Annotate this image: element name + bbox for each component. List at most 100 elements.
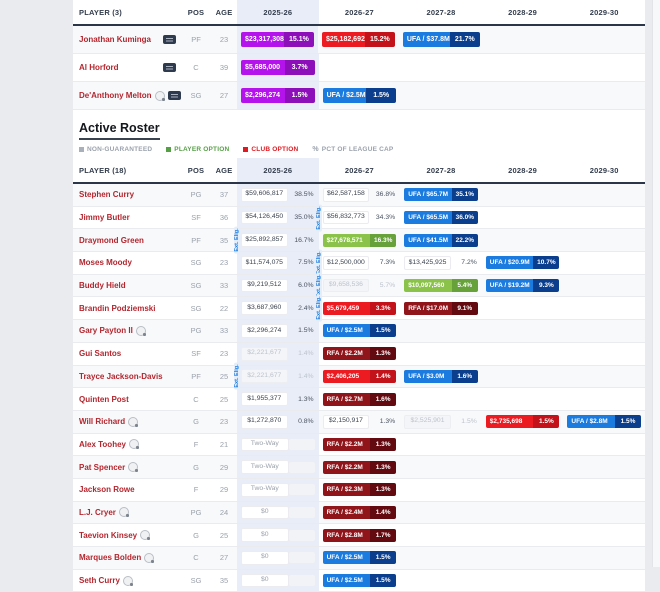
player-cell: Seth Curry — [73, 570, 181, 592]
column-header-year: 2026-27 — [319, 0, 401, 24]
chip-pct: 1.5% — [533, 415, 559, 428]
player-link[interactable]: Trayce Jackson-Davis — [79, 372, 163, 381]
pos-value: SG — [181, 258, 211, 267]
rfa-chip: RFA / $2.8M1.7% — [323, 529, 397, 542]
player-link[interactable]: Buddy Hield — [79, 281, 126, 290]
rfa-chip: RFA / $2.2M1.3% — [323, 347, 397, 360]
salary-cell — [563, 207, 645, 229]
player-cell: Gary Payton II — [73, 320, 181, 342]
chip-pct: 9.1% — [452, 302, 478, 315]
salary-cell — [563, 54, 645, 81]
player-link[interactable]: De'Anthony Melton — [79, 91, 152, 100]
player-cell: Jonathan Kuminga — [73, 26, 181, 53]
pos-value: PF — [181, 236, 211, 245]
pos-value: G — [181, 463, 211, 472]
salary-cell — [563, 388, 645, 410]
contract-badge-icon — [163, 35, 176, 44]
salary-cell: $27,678,57116.3% — [319, 229, 401, 251]
player-cell: Alex Toohey — [73, 434, 181, 456]
salary-cell — [400, 502, 482, 524]
player-link[interactable]: Taevion Kinsey — [79, 531, 137, 540]
age-value: 27 — [211, 91, 237, 100]
ufa-chip: UFA / $2.5M1.5% — [323, 551, 397, 564]
age-value: 25 — [211, 395, 237, 404]
table-row: Will RichardG23$1,272,8700.8%$2,150,9171… — [73, 411, 645, 434]
salary-cell: $1,272,8700.8% — [237, 411, 319, 433]
pct-of-cap: 1.3% — [369, 418, 396, 425]
contract-badge-icon — [168, 91, 181, 100]
salary-value: $62,587,158 — [323, 188, 370, 202]
ext-elig-tag: Ext. Elig. — [234, 363, 240, 390]
chip-value: UFA / $65.7M — [404, 188, 452, 201]
table-row: Gui SantosSF23$2,221,6771.4%RFA / $2.2M1… — [73, 343, 645, 366]
player-link[interactable]: Stephen Curry — [79, 190, 134, 199]
table-row: Buddy HieldSG33$9,219,5126.0%Ext. Elig.$… — [73, 275, 645, 298]
chip-pct: 1.4% — [370, 370, 396, 383]
chip-pct: 1.4% — [370, 506, 396, 519]
age-value: 22 — [211, 304, 237, 313]
table-row: Marques BoldenC27$0UFA / $2.5M1.5% — [73, 547, 645, 570]
salary-value: $12,500,000 — [323, 256, 370, 270]
player-cell: Buddy Hield — [73, 275, 181, 297]
salary-cell — [400, 456, 482, 478]
chip-pct: 1.3% — [370, 483, 396, 496]
salary-cell: Ext. Elig.$12,500,0007.3% — [319, 252, 401, 274]
chip-value: UFA / $2.8M — [567, 415, 615, 428]
chip-value: RFA / $2.2M — [323, 347, 371, 360]
player-status-icon — [129, 439, 139, 449]
section-title: Active Roster — [79, 121, 160, 140]
chip-value: UFA / $2.5M — [323, 574, 371, 587]
salary-cell: Ext. Elig.$9,658,5365.7% — [319, 275, 401, 297]
player-link[interactable]: Pat Spencer — [79, 463, 125, 472]
player-link[interactable]: L.J. Cryer — [79, 508, 116, 517]
player-link[interactable]: Al Horford — [79, 63, 119, 72]
salary-cell: RFA / $2.2M1.3% — [319, 456, 401, 478]
ext-elig-tag: Ext. Elig. — [234, 227, 240, 254]
player-link[interactable]: Gary Payton II — [79, 326, 133, 335]
player-link[interactable]: Jimmy Butler — [79, 213, 130, 222]
chip-value: $5,685,000 — [241, 60, 285, 75]
salary-cell — [482, 320, 564, 342]
player-link[interactable]: Marques Bolden — [79, 553, 141, 562]
vertical-scrollbar[interactable] — [652, 0, 660, 567]
player-link[interactable]: Will Richard — [79, 417, 125, 426]
table-row: Gary Payton IIPG33$2,296,2741.5%UFA / $2… — [73, 320, 645, 343]
pct-of-cap: 5.7% — [369, 282, 396, 289]
player-link[interactable]: Gui Santos — [79, 349, 121, 358]
column-header-year: 2027-28 — [400, 158, 482, 182]
salary-cell — [563, 229, 645, 251]
age-value: 23 — [211, 349, 237, 358]
pos-value: PG — [181, 326, 211, 335]
chip-value: $5,679,459 — [323, 302, 371, 315]
player-link[interactable]: Quinten Post — [79, 395, 129, 404]
player-link[interactable]: Draymond Green — [79, 236, 144, 245]
salary-value: $11,574,075 — [241, 256, 288, 270]
salary-cell — [563, 252, 645, 274]
player-cell: Pat Spencer — [73, 456, 181, 478]
table-row: Trayce Jackson-DavisPF25Ext. Elig.$2,221… — [73, 366, 645, 389]
salary-value: $2,150,917 — [323, 415, 370, 429]
salary-cell: Ext. Elig.$2,221,6771.4% — [237, 366, 319, 388]
chip-value: $25,182,692 — [322, 32, 365, 47]
pct-of-cap: 16.7% — [288, 237, 315, 244]
table-row: Quinten PostC25$1,955,3771.3%RFA / $2.7M… — [73, 388, 645, 411]
player-link[interactable]: Moses Moody — [79, 258, 132, 267]
player-cell: Quinten Post — [73, 388, 181, 410]
salary-cell — [563, 524, 645, 546]
player-link[interactable]: Alex Toohey — [79, 440, 126, 449]
player-link[interactable]: Brandin Podziemski — [79, 304, 155, 313]
salary-cell — [482, 82, 564, 109]
player-cell: Stephen Curry — [73, 184, 181, 206]
table-header-row: PLAYER (3)POSAGE2025-262026-272027-28202… — [73, 0, 645, 26]
salary-cell — [482, 456, 564, 478]
salary-value: $9,219,512 — [241, 279, 288, 293]
pos-value: SG — [181, 281, 211, 290]
player-link[interactable]: Jonathan Kuminga — [79, 35, 151, 44]
pct-of-cap: 6.0% — [288, 282, 315, 289]
table-row: Al HorfordC39$5,685,0003.7% — [73, 54, 645, 82]
salary-cell: $1,955,3771.3% — [237, 388, 319, 410]
player-link[interactable]: Jackson Rowe — [79, 485, 135, 494]
player-link[interactable]: Seth Curry — [79, 576, 120, 585]
red-chip: $2,735,6981.5% — [486, 415, 560, 428]
pos-value: F — [181, 440, 211, 449]
